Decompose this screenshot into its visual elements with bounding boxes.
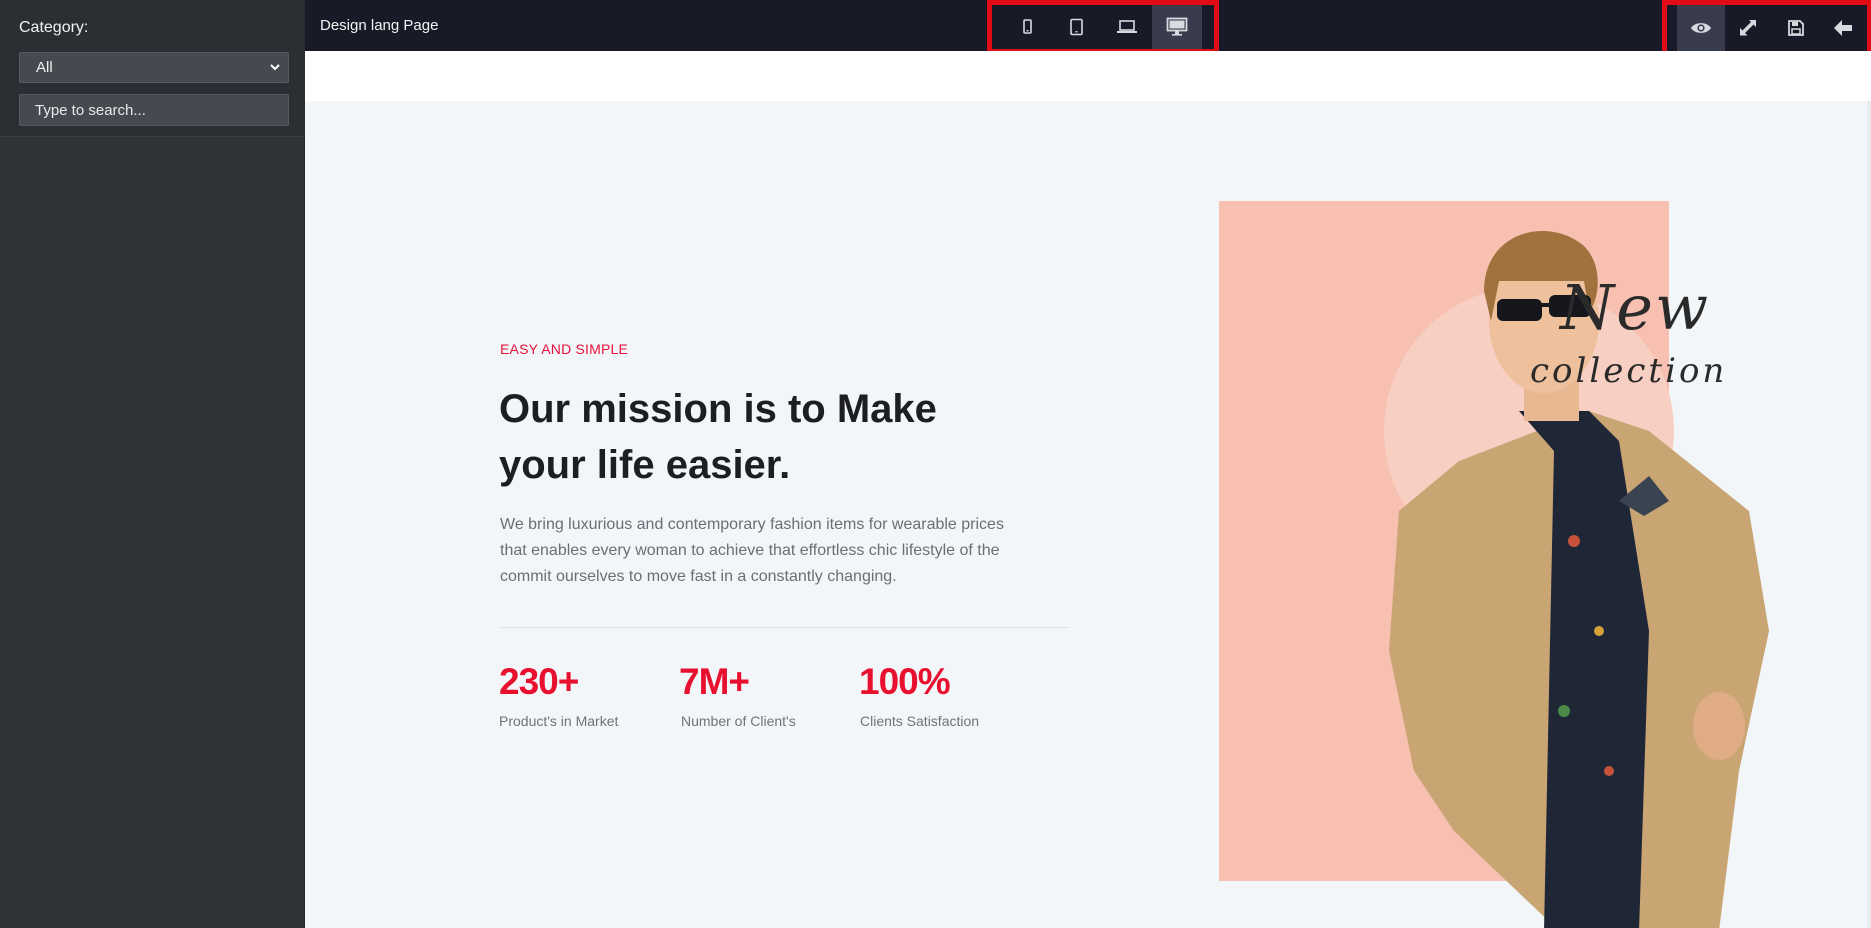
top-toolbar: Design lang Page: [305, 0, 1871, 58]
mobile-view-button[interactable]: [1002, 5, 1052, 49]
tablet-view-button[interactable]: [1052, 5, 1102, 49]
stat-label: Product's in Market: [499, 713, 619, 729]
stat-value: 100%: [859, 661, 951, 702]
fullscreen-button[interactable]: [1725, 5, 1773, 51]
section-eyebrow: EASY AND SIMPLE: [500, 341, 629, 357]
eye-icon: [1690, 23, 1711, 33]
page-title: Design lang Page: [320, 17, 439, 34]
stat-label: Number of Client's: [681, 713, 796, 729]
laptop-icon: [1117, 20, 1137, 33]
section-headline: Our mission is to Make your life easier.: [499, 381, 969, 493]
preview-button[interactable]: [1677, 5, 1725, 51]
page-builder-app: Category: All Type to search... Design l…: [0, 0, 1871, 928]
headline-line-1: Our mission is to Make: [499, 387, 937, 431]
block-filter-area: Category: All Type to search...: [0, 0, 305, 137]
canvas-scrollbar[interactable]: [1867, 101, 1871, 928]
image-script-collection: collection: [1530, 351, 1728, 391]
back-arrow-icon: [1834, 20, 1853, 36]
desktop-icon: [1166, 17, 1188, 36]
save-icon: [1787, 20, 1804, 36]
save-button[interactable]: [1772, 5, 1820, 51]
fashion-model-image: [1384, 231, 1769, 928]
mobile-icon: [1023, 19, 1032, 34]
page-canvas: EASY AND SIMPLE Our mission is to Make y…: [305, 51, 1871, 928]
search-placeholder: Type to search...: [35, 101, 146, 119]
desktop-view-button[interactable]: [1152, 5, 1202, 49]
tablet-icon: [1070, 18, 1083, 36]
stat-clients: 7M+ Number of Client's: [679, 661, 796, 729]
expand-icon: [1740, 20, 1757, 36]
category-select-value: All: [36, 59, 53, 76]
category-label: Category:: [19, 19, 89, 36]
chevron-down-icon: [270, 64, 280, 71]
category-select[interactable]: All: [19, 52, 289, 83]
stat-products: 230+ Product's in Market: [499, 661, 618, 729]
device-switcher: [987, 0, 1219, 54]
divider: [500, 627, 1070, 628]
headline-line-2: your life easier.: [499, 443, 791, 487]
search-input[interactable]: Type to search...: [19, 94, 289, 126]
stat-value: 230+: [499, 661, 579, 702]
left-panel: Category: All Type to search...: [0, 0, 305, 928]
stat-value: 7M+: [679, 661, 750, 702]
back-button[interactable]: [1820, 5, 1868, 51]
laptop-view-button[interactable]: [1102, 5, 1152, 49]
editor-actions: [1662, 0, 1871, 58]
section-description: We bring luxurious and contemporary fash…: [500, 516, 1004, 585]
top-white-section: [305, 51, 1871, 101]
stat-label: Clients Satisfaction: [860, 713, 980, 729]
stat-satisfaction: 100% Clients Satisfaction: [859, 661, 979, 729]
image-script-new: New: [1560, 271, 1711, 344]
